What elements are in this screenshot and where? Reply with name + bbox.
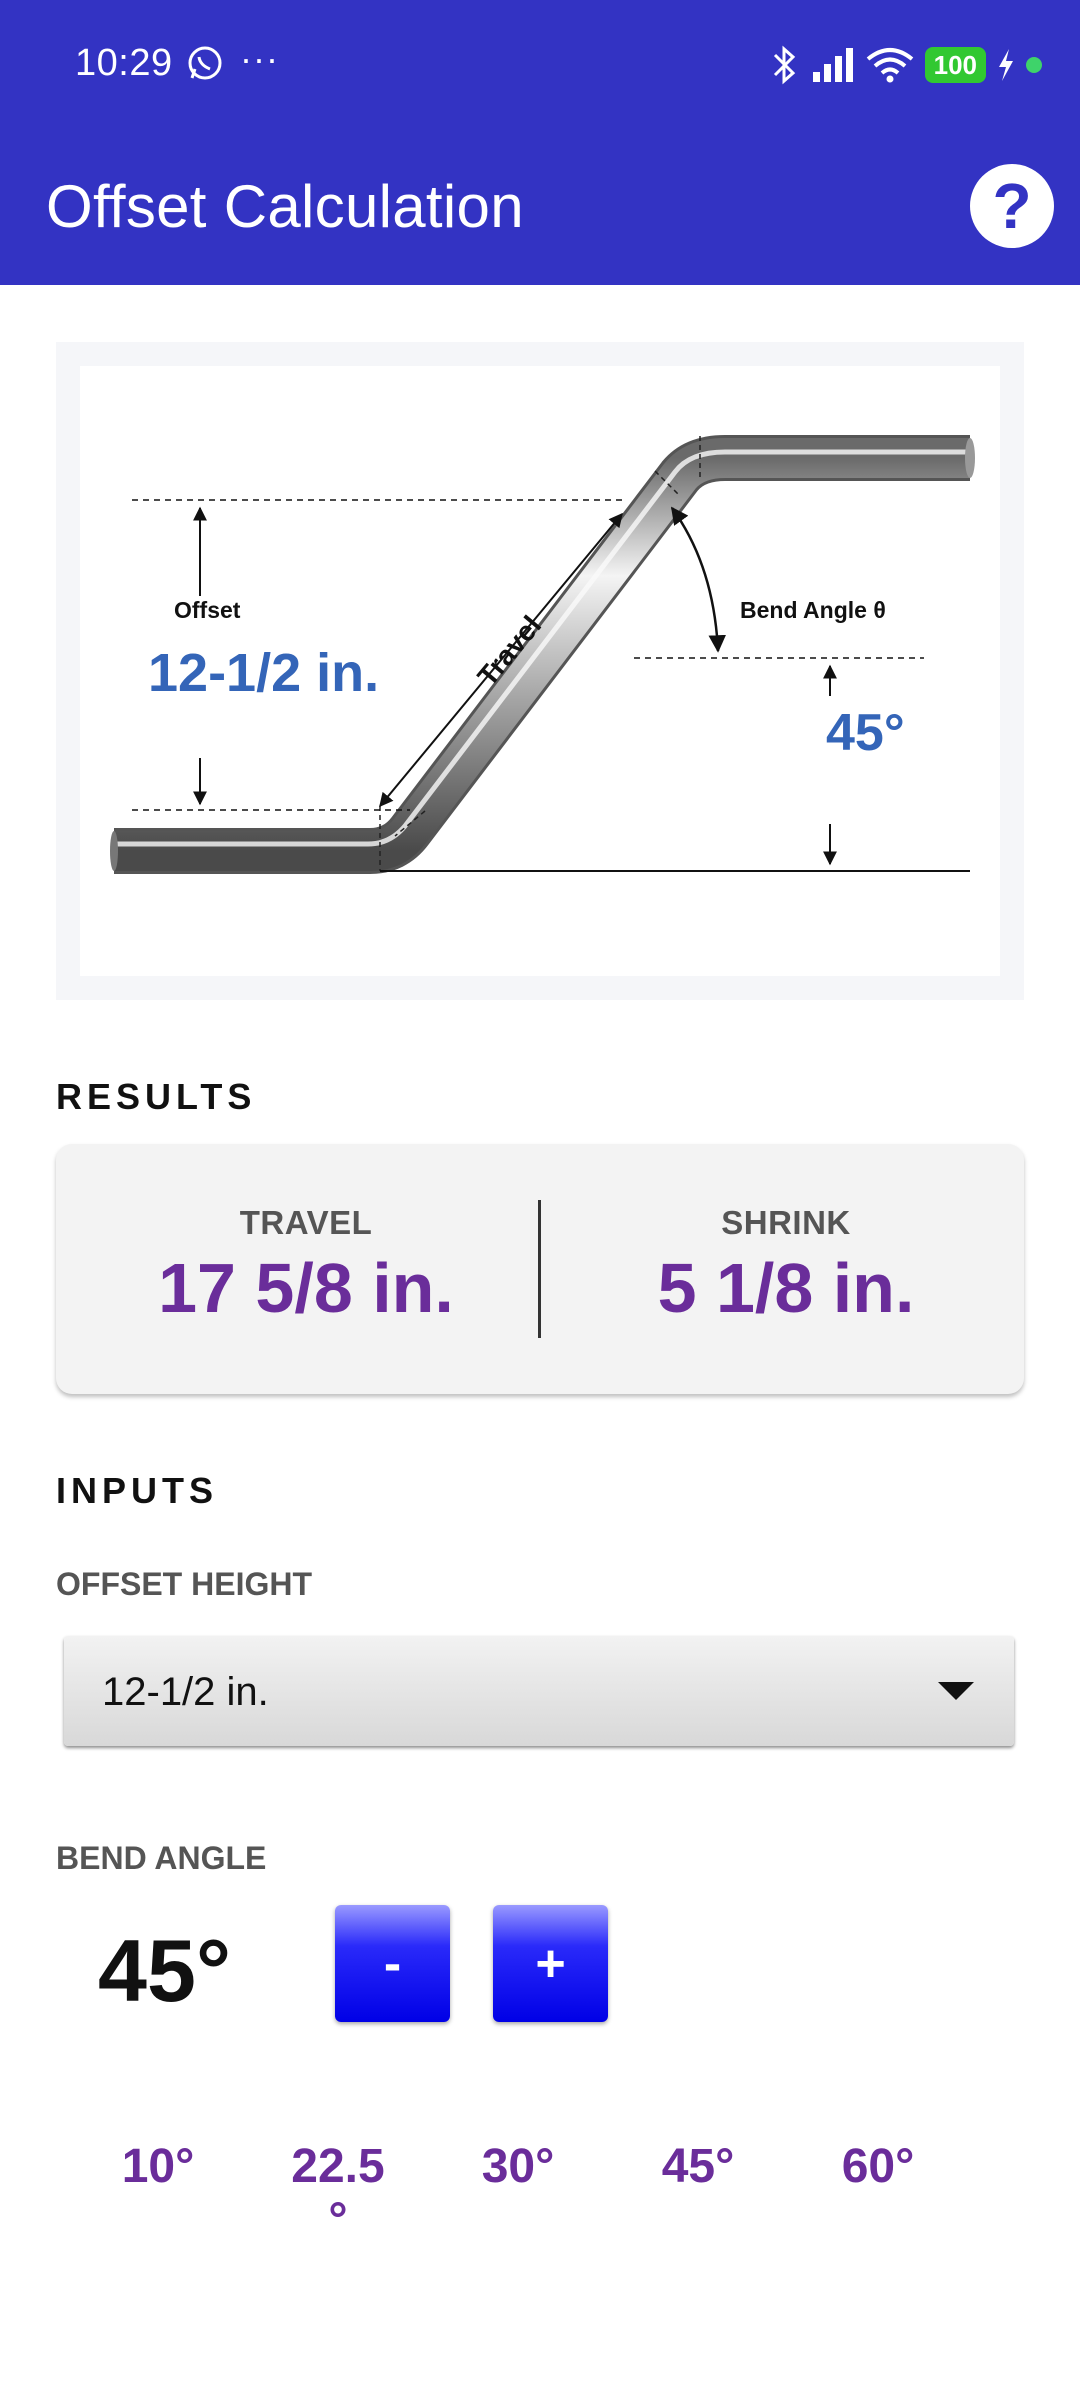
offset-height-value: 12-1/2 in.	[102, 1670, 269, 1714]
signal-icon	[812, 48, 853, 82]
whatsapp-icon	[188, 46, 222, 80]
results-divider	[538, 1200, 541, 1338]
offset-label: Offset	[174, 597, 241, 623]
app-bar: Offset Calculation ?	[0, 130, 1080, 285]
offset-value: 12-1/2 in.	[148, 643, 379, 703]
bend-angle-label: Bend Angle θ	[740, 597, 886, 623]
preset-angle-30[interactable]: 30°	[463, 2140, 573, 2194]
help-icon: ?	[992, 170, 1032, 242]
wifi-icon	[866, 48, 913, 83]
page-title: Offset Calculation	[46, 173, 524, 240]
status-bar: 10:29 ··· 100	[0, 0, 1080, 130]
help-button[interactable]: ?	[970, 164, 1054, 248]
offset-height-select[interactable]: 12-1/2 in.	[64, 1636, 1014, 1746]
decrease-angle-button[interactable]: -	[335, 1905, 450, 2022]
shrink-result-value: 5 1/8 in.	[657, 1249, 915, 1327]
preset-angle-22-5[interactable]: 22.5 °	[283, 2140, 393, 2248]
travel-result-label: TRAVEL	[239, 1204, 373, 1241]
angle-value: 45°	[826, 704, 905, 762]
offset-diagram: Offset 12-1/2 in. Travel Bend Angle θ 45…	[56, 342, 1024, 1000]
inputs-heading: INPUTS	[56, 1470, 219, 1511]
increase-angle-button[interactable]: +	[493, 1905, 608, 2022]
pipe-diagram-illustration: Offset 12-1/2 in. Travel Bend Angle θ 45…	[110, 435, 975, 874]
results-card: TRAVEL 17 5/8 in. SHRINK 5 1/8 in.	[56, 1144, 1024, 1394]
results-heading: RESULTS	[56, 1076, 257, 1117]
status-icons: 100	[767, 44, 1042, 86]
shrink-result: SHRINK 5 1/8 in.	[556, 1204, 1016, 1328]
dropdown-arrow-icon	[938, 1682, 974, 1700]
status-time: 10:29	[75, 42, 173, 84]
shrink-result-label: SHRINK	[721, 1204, 851, 1241]
bend-angle-label: BEND ANGLE	[56, 1840, 267, 1876]
bluetooth-icon	[773, 45, 795, 85]
battery-indicator: 100	[924, 47, 986, 83]
preset-angle-10[interactable]: 10°	[103, 2140, 213, 2194]
bend-angle-value: 45°	[98, 1921, 232, 2020]
notification-dot	[1026, 57, 1042, 73]
travel-result: TRAVEL 17 5/8 in.	[76, 1204, 536, 1328]
travel-result-value: 17 5/8 in.	[158, 1249, 454, 1327]
preset-angle-60[interactable]: 60°	[823, 2140, 933, 2194]
charging-icon	[999, 49, 1013, 81]
offset-height-label: OFFSET HEIGHT	[56, 1566, 312, 1602]
more-notifications-icon: ···	[240, 38, 279, 79]
preset-angle-45[interactable]: 45°	[643, 2140, 753, 2194]
